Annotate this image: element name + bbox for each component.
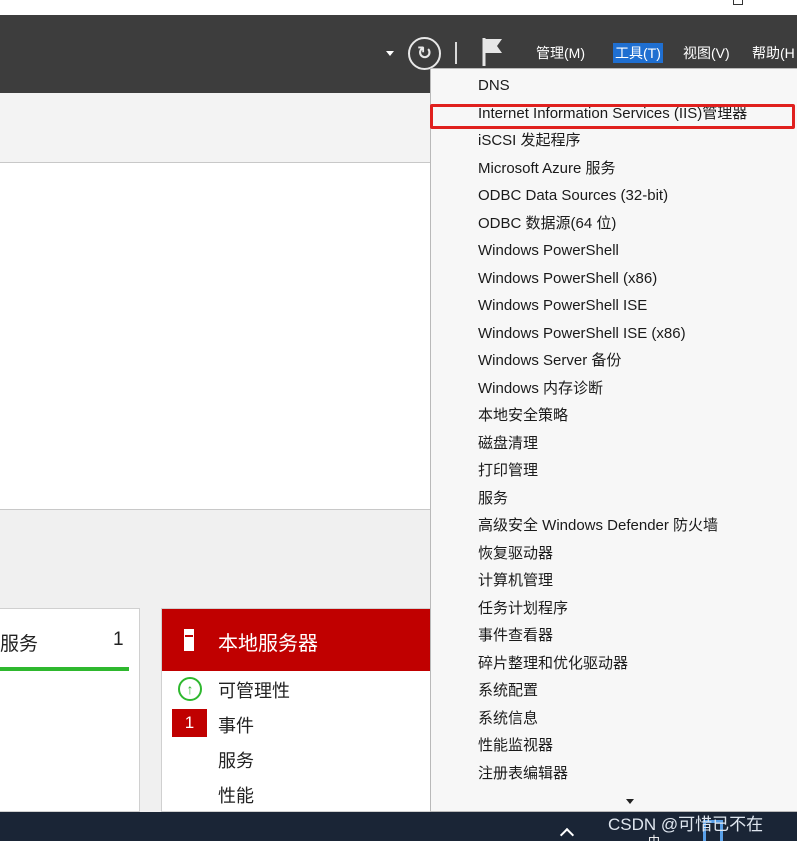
tools-item-services[interactable]: 服务: [478, 484, 747, 512]
window-titlebar: [0, 0, 797, 15]
menu-tools[interactable]: 工具(T): [613, 43, 663, 63]
server-icon: [184, 629, 194, 651]
local-server-header[interactable]: 本地服务器: [162, 609, 431, 671]
tools-item-powershell-ise[interactable]: Windows PowerShell ISE: [478, 291, 747, 319]
events-count-badge: 1: [172, 709, 207, 737]
tools-item-defender-firewall[interactable]: 高级安全 Windows Defender 防火墙: [478, 511, 747, 539]
tools-item-event-viewer[interactable]: 事件查看器: [478, 621, 747, 649]
role-tile-count: 1: [113, 629, 124, 650]
tools-menu-list: DNS Internet Information Services (IIS)管…: [478, 71, 747, 786]
refresh-icon[interactable]: ↻: [408, 37, 441, 70]
watermark: CSDN @可惜已不在: [608, 815, 764, 834]
tools-item-local-security-policy[interactable]: 本地安全策略: [478, 401, 747, 429]
tools-item-odbc-32[interactable]: ODBC Data Sources (32-bit): [478, 181, 747, 209]
tools-menu-dropdown: DNS Internet Information Services (IIS)管…: [430, 68, 797, 812]
breadcrumb-dropdown-icon[interactable]: [386, 51, 394, 56]
tools-item-powershell[interactable]: Windows PowerShell: [478, 236, 747, 264]
iis-manager-highlight: [430, 104, 795, 129]
header-divider: [455, 42, 457, 64]
local-server-tile[interactable]: 本地服务器 ↑ 可管理性 1 事件 服务 性能: [161, 608, 431, 812]
menu-scroll-down-icon[interactable]: [626, 799, 634, 804]
tools-item-powershell-ise-x86[interactable]: Windows PowerShell ISE (x86): [478, 319, 747, 347]
restore-icon[interactable]: [733, 0, 743, 5]
tools-item-iscsi-initiator[interactable]: iSCSI 发起程序: [478, 126, 747, 154]
manageability-up-icon: ↑: [178, 677, 202, 701]
tools-item-print-management[interactable]: 打印管理: [478, 456, 747, 484]
row-manageability[interactable]: 可管理性: [218, 677, 290, 703]
menu-view[interactable]: 视图(V): [683, 43, 730, 63]
tools-item-dns[interactable]: DNS: [478, 71, 747, 99]
tools-item-defragment[interactable]: 碎片整理和优化驱动器: [478, 649, 747, 677]
tools-item-performance-monitor[interactable]: 性能监视器: [478, 731, 747, 759]
tools-item-server-backup[interactable]: Windows Server 备份: [478, 346, 747, 374]
tools-item-memory-diagnostic[interactable]: Windows 内存诊断: [478, 374, 747, 402]
tools-item-odbc-64[interactable]: ODBC 数据源(64 位): [478, 209, 747, 237]
welcome-pane: [0, 163, 430, 510]
tools-item-powershell-x86[interactable]: Windows PowerShell (x86): [478, 264, 747, 292]
row-events[interactable]: 事件: [218, 712, 254, 738]
tools-item-registry-editor[interactable]: 注册表编辑器: [478, 759, 747, 787]
menu-manage[interactable]: 管理(M): [536, 43, 585, 63]
status-ok-bar: [0, 667, 129, 671]
tools-item-system-config[interactable]: 系统配置: [478, 676, 747, 704]
row-services[interactable]: 服务: [218, 747, 254, 773]
row-performance[interactable]: 性能: [218, 782, 254, 808]
toolbar-area: [0, 93, 430, 163]
role-tile-label: 服务: [0, 634, 39, 655]
role-tile[interactable]: 服务 1: [0, 608, 140, 812]
tools-item-disk-cleanup[interactable]: 磁盘清理: [478, 429, 747, 457]
tools-item-task-scheduler[interactable]: 任务计划程序: [478, 594, 747, 622]
menu-help[interactable]: 帮助(H: [752, 43, 795, 63]
tools-item-system-info[interactable]: 系统信息: [478, 704, 747, 732]
local-server-title: 本地服务器: [218, 633, 318, 655]
tools-item-recovery-drive[interactable]: 恢复驱动器: [478, 539, 747, 567]
tools-item-azure-services[interactable]: Microsoft Azure 服务: [478, 154, 747, 182]
tools-item-computer-management[interactable]: 计算机管理: [478, 566, 747, 594]
notifications-flag-icon[interactable]: [480, 36, 506, 66]
